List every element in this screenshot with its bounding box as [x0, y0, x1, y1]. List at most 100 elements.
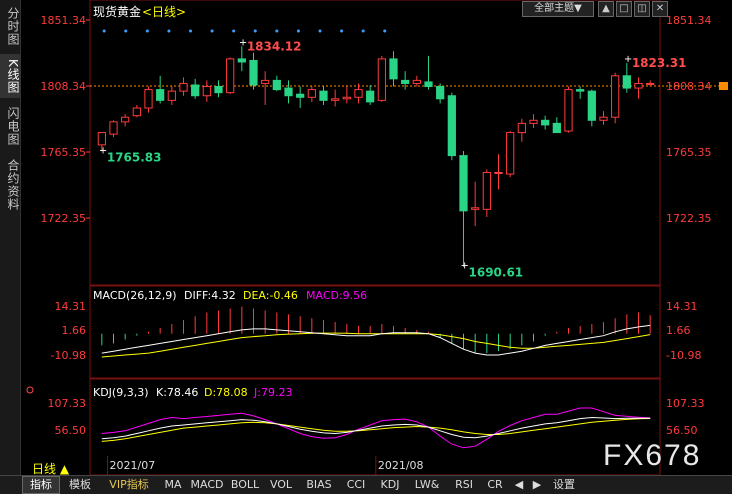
- chevron-up-icon[interactable]: ▲: [598, 1, 614, 17]
- signal-dot: [253, 29, 257, 33]
- tab-cr[interactable]: CR: [484, 477, 506, 493]
- price-tick-left: 1808.34: [41, 80, 87, 93]
- tab-settings[interactable]: 设置: [546, 477, 582, 493]
- macd-diff-line: [101, 324, 651, 356]
- x-axis-label: 2021/08: [378, 459, 424, 472]
- candle-body-down: [156, 89, 165, 101]
- signal-dot: [361, 29, 365, 33]
- candle-body-down: [541, 119, 550, 126]
- price-tick-right: 1765.35: [666, 146, 712, 159]
- signal-dot: [383, 29, 387, 33]
- price-tick-right: 1851.34: [666, 14, 712, 27]
- maximize-icon[interactable]: □: [616, 1, 632, 17]
- kdj-d-value: D:78.08: [204, 386, 248, 399]
- macd-tick-right: 1.66: [666, 324, 691, 337]
- candle-body-down: [576, 89, 585, 92]
- kdj-tick-left: 107.33: [48, 397, 87, 410]
- signal-dot: [145, 29, 149, 33]
- candle-body-up: [342, 96, 351, 100]
- signal-dot: [102, 29, 106, 33]
- kdj-settings-icon: [26, 386, 34, 394]
- candle-body-down: [237, 58, 246, 63]
- candle-body-down: [319, 90, 328, 101]
- candle-body-up: [634, 82, 643, 89]
- extreme-label: 1765.83: [107, 150, 162, 164]
- macd-dea-line: [101, 332, 651, 358]
- macd-diff-value: DIFF:4.32: [184, 289, 236, 302]
- candle-body-down: [436, 86, 445, 100]
- candle-body-up: [167, 90, 176, 101]
- tab-kdj[interactable]: KDJ: [376, 477, 404, 493]
- candle-body-down: [191, 84, 200, 97]
- candle-body-down: [424, 81, 433, 88]
- price-tick-left: 1722.35: [41, 212, 87, 225]
- candle-body-down: [389, 58, 398, 80]
- chevron-left-icon[interactable]: ◀: [512, 477, 526, 493]
- candle-body-down: [249, 59, 258, 86]
- candle-body-up: [179, 82, 188, 92]
- candle-body-down: [296, 93, 305, 98]
- extreme-label: 1834.12: [247, 39, 302, 53]
- candle-body-up: [144, 89, 153, 109]
- tab-lwr[interactable]: LW&: [410, 477, 444, 493]
- tab-macd[interactable]: MACD: [190, 477, 224, 493]
- kdj-name: KDJ(9,3,3): [93, 386, 149, 399]
- candle-body-up: [226, 58, 235, 94]
- kdj-d-line: [101, 418, 651, 442]
- signal-dot: [318, 29, 322, 33]
- candle-body-up: [517, 122, 526, 134]
- tab-bias[interactable]: BIAS: [302, 477, 336, 493]
- signal-dot: [189, 29, 192, 33]
- kdj-tick-right: 107.33: [666, 397, 705, 410]
- signal-dot: [124, 29, 128, 33]
- macd-macd-value: MACD:9.56: [306, 289, 367, 302]
- macd-tick-left: -10.98: [51, 349, 86, 362]
- candle-body-down: [447, 95, 456, 157]
- macd-tick-left: 14.31: [55, 300, 87, 313]
- close-icon[interactable]: ✕: [652, 1, 668, 17]
- candle-body-down: [284, 87, 293, 97]
- candle-body-up: [377, 58, 386, 101]
- candle-body-up: [331, 98, 340, 101]
- signal-dot: [275, 29, 279, 33]
- candle-body-up: [412, 79, 421, 84]
- tab-vol[interactable]: VOL: [266, 477, 296, 493]
- kdj-tick-right: 56.50: [666, 424, 698, 437]
- candle-body-up: [307, 89, 316, 98]
- candle-body-down: [552, 122, 561, 134]
- candle-body-down: [272, 79, 281, 91]
- tab-cci[interactable]: CCI: [342, 477, 370, 493]
- tab-rsi[interactable]: RSI: [450, 477, 478, 493]
- tab-indicator[interactable]: 指标: [22, 476, 60, 494]
- candle-body-up: [202, 86, 211, 97]
- candle-body-up: [109, 121, 118, 135]
- signal-dot: [167, 29, 171, 33]
- candle-body-up: [506, 132, 515, 175]
- indicator-tab-bar: 指标 模板 VIP指标 MA MACD BOLL VOL BIAS CCI KD…: [0, 475, 732, 494]
- candle-body-up: [494, 171, 503, 174]
- candle-body-up: [564, 89, 573, 132]
- price-tick-right: 1808.34: [666, 80, 712, 93]
- chevron-right-icon[interactable]: ▶: [530, 477, 544, 493]
- theme-label: 全部主题: [534, 3, 575, 14]
- kdj-tick-left: 56.50: [55, 424, 87, 437]
- kdj-j-value: J:79.23: [253, 386, 292, 399]
- tab-template[interactable]: 模板: [62, 477, 98, 493]
- candle-body-down: [587, 90, 596, 121]
- candle-body-up: [121, 116, 130, 123]
- candle-body-up: [482, 171, 491, 210]
- candle-body-down: [622, 75, 631, 89]
- chevron-down-icon: ▼: [574, 3, 582, 14]
- restore-icon[interactable]: ◫: [634, 1, 650, 17]
- tab-boll[interactable]: BOLL: [228, 477, 262, 493]
- tab-ma[interactable]: MA: [160, 477, 186, 493]
- tab-vip-indicator[interactable]: VIP指标: [102, 477, 156, 493]
- candle-body-up: [646, 82, 655, 85]
- macd-name: MACD(26,12,9): [93, 289, 177, 302]
- chart-canvas[interactable]: 1851.34 1851.34 1808.34 1808.34 1765.35 1765.…: [0, 0, 732, 475]
- price-tick-left: 1765.35: [41, 146, 87, 159]
- theme-select[interactable]: 全部主题▼: [522, 1, 594, 17]
- period-indicator: <日线>: [142, 5, 187, 19]
- candle-body-down: [459, 155, 468, 212]
- macd-tick-left: 1.66: [62, 324, 87, 337]
